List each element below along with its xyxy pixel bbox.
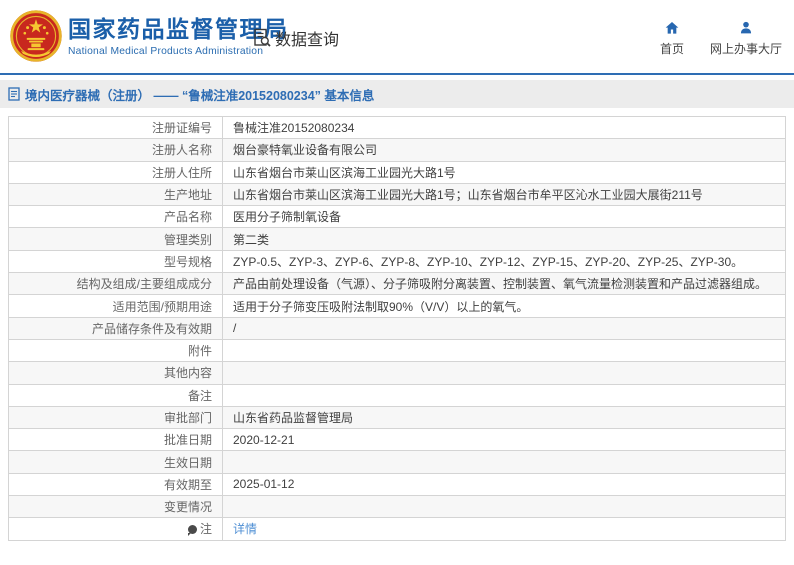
row-label: 结构及组成/主要组成成分: [9, 273, 223, 295]
row-label: 生效日期: [9, 451, 223, 473]
row-value: [223, 339, 786, 361]
table-row: 型号规格ZYP-0.5、ZYP-3、ZYP-6、ZYP-8、ZYP-10、ZYP…: [9, 250, 786, 272]
table-row: 审批部门山东省药品监督管理局: [9, 406, 786, 428]
table-row: 产品名称医用分子筛制氧设备: [9, 206, 786, 228]
row-label: 注: [9, 518, 223, 540]
row-value: [223, 496, 786, 518]
breadcrumb: 境内医疗器械（注册） —— “鲁械注准20152080234” 基本信息: [0, 80, 794, 108]
row-label: 其他内容: [9, 362, 223, 384]
row-label: 审批部门: [9, 406, 223, 428]
row-value: 医用分子筛制氧设备: [223, 206, 786, 228]
row-value: 鲁械注准20152080234: [223, 117, 786, 139]
document-icon: [8, 87, 21, 101]
row-label: 管理类别: [9, 228, 223, 250]
table-row: 结构及组成/主要组成成分产品由前处理设备（气源）、分子筛吸附分离装置、控制装置、…: [9, 273, 786, 295]
table-row: 产品储存条件及有效期/: [9, 317, 786, 339]
row-value: 山东省烟台市莱山区滨海工业园光大路1号；山东省烟台市牟平区沁水工业园大展街211…: [223, 183, 786, 205]
row-value: [223, 384, 786, 406]
user-icon: [738, 20, 754, 36]
nav-service-hall-label: 网上办事大厅: [710, 40, 782, 57]
row-value: 第二类: [223, 228, 786, 250]
site-header: 国家药品监督管理局 National Medical Products Admi…: [0, 0, 794, 75]
row-label: 注册证编号: [9, 117, 223, 139]
table-row: 注册证编号鲁械注准20152080234: [9, 117, 786, 139]
home-icon: [664, 20, 680, 36]
row-value: /: [223, 317, 786, 339]
row-label: 备注: [9, 384, 223, 406]
nav-service-hall[interactable]: 网上办事大厅: [710, 20, 782, 57]
row-value: 2025-01-12: [223, 473, 786, 495]
row-value: [223, 362, 786, 384]
row-value: 山东省烟台市莱山区滨海工业园光大路1号: [223, 161, 786, 183]
table-row: 注详情: [9, 518, 786, 540]
row-label: 产品储存条件及有效期: [9, 317, 223, 339]
row-label: 产品名称: [9, 206, 223, 228]
note-icon: [188, 525, 197, 534]
row-value: 详情: [223, 518, 786, 540]
page-title: 境内医疗器械（注册） —— “鲁械注准20152080234” 基本信息: [25, 85, 374, 104]
row-label: 注册人住所: [9, 161, 223, 183]
table-row: 批准日期2020-12-21: [9, 429, 786, 451]
row-label: 批准日期: [9, 429, 223, 451]
table-row: 生产地址山东省烟台市莱山区滨海工业园光大路1号；山东省烟台市牟平区沁水工业园大展…: [9, 183, 786, 205]
data-query-icon: [252, 28, 272, 48]
row-value: [223, 451, 786, 473]
table-row: 适用范围/预期用途适用于分子筛变压吸附法制取90%（V/V）以上的氧气。: [9, 295, 786, 317]
row-label: 变更情况: [9, 496, 223, 518]
row-value: 烟台豪特氧业设备有限公司: [223, 139, 786, 161]
row-value: 适用于分子筛变压吸附法制取90%（V/V）以上的氧气。: [223, 295, 786, 317]
nav-home[interactable]: 首页: [660, 20, 684, 57]
registration-info-table: 注册证编号鲁械注准20152080234注册人名称烟台豪特氧业设备有限公司注册人…: [8, 116, 786, 541]
row-value: ZYP-0.5、ZYP-3、ZYP-6、ZYP-8、ZYP-10、ZYP-12、…: [223, 250, 786, 272]
row-label: 注册人名称: [9, 139, 223, 161]
national-emblem-icon: [8, 8, 64, 64]
row-label: 生产地址: [9, 183, 223, 205]
table-row: 注册人名称烟台豪特氧业设备有限公司: [9, 139, 786, 161]
table-row: 生效日期: [9, 451, 786, 473]
row-label: 附件: [9, 339, 223, 361]
row-value: 产品由前处理设备（气源）、分子筛吸附分离装置、控制装置、氧气流量检测装置和产品过…: [223, 273, 786, 295]
info-table-body: 注册证编号鲁械注准20152080234注册人名称烟台豪特氧业设备有限公司注册人…: [9, 117, 786, 541]
row-label: 适用范围/预期用途: [9, 295, 223, 317]
table-row: 附件: [9, 339, 786, 361]
table-row: 变更情况: [9, 496, 786, 518]
nav-home-label: 首页: [660, 40, 684, 57]
row-label: 型号规格: [9, 250, 223, 272]
data-query-tab[interactable]: 数据查询: [252, 26, 339, 50]
table-row: 注册人住所山东省烟台市莱山区滨海工业园光大路1号: [9, 161, 786, 183]
details-link[interactable]: 详情: [233, 522, 257, 536]
table-row: 备注: [9, 384, 786, 406]
row-label: 有效期至: [9, 473, 223, 495]
data-query-label: 数据查询: [275, 26, 339, 50]
table-row: 管理类别第二类: [9, 228, 786, 250]
row-value: 2020-12-21: [223, 429, 786, 451]
table-row: 其他内容: [9, 362, 786, 384]
table-row: 有效期至2025-01-12: [9, 473, 786, 495]
top-nav: 首页 网上办事大厅: [660, 20, 782, 57]
row-value: 山东省药品监督管理局: [223, 406, 786, 428]
nmpa-logo[interactable]: 国家药品监督管理局 National Medical Products Admi…: [8, 8, 289, 64]
